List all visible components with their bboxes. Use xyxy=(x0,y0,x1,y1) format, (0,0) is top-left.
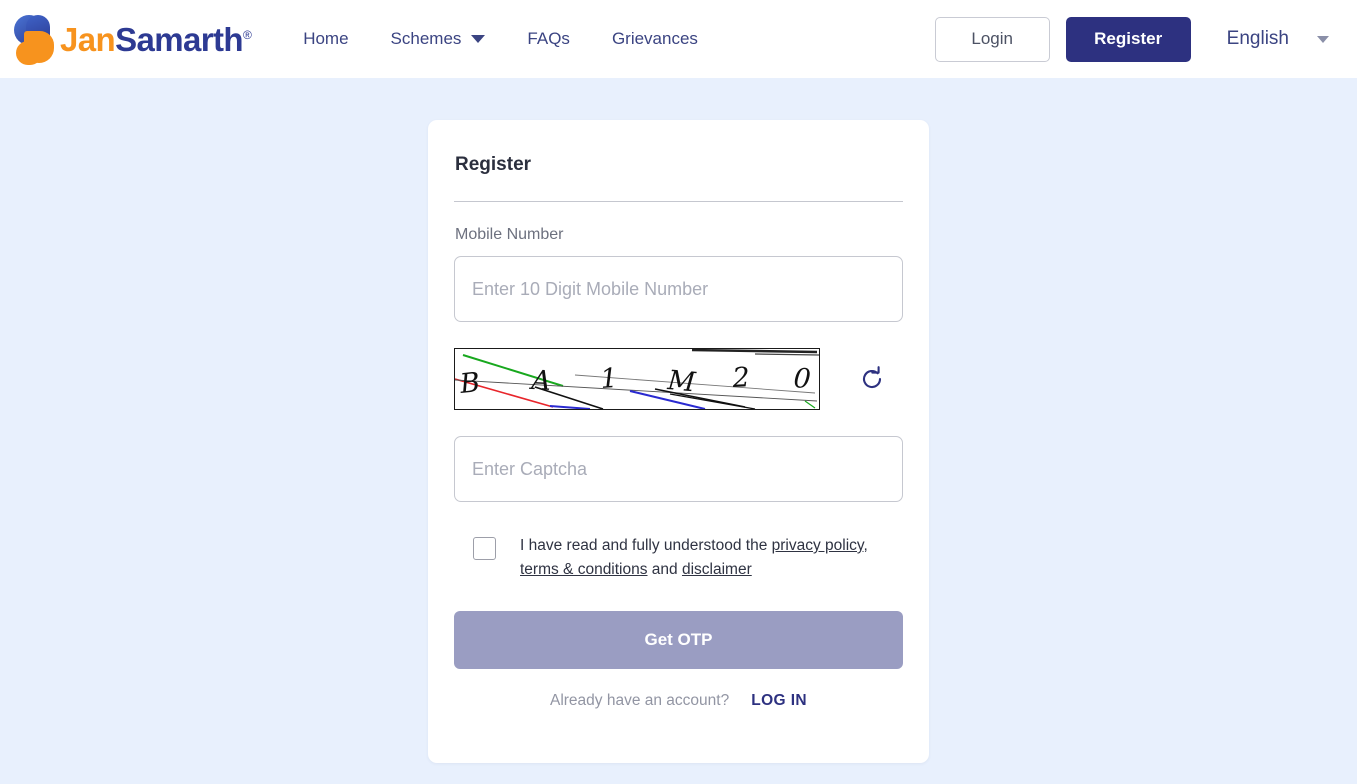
registered-mark: ® xyxy=(242,27,252,42)
chevron-down-icon xyxy=(1317,35,1329,43)
nav-item-schemes[interactable]: Schemes xyxy=(391,29,486,49)
chevron-down-icon xyxy=(471,35,486,43)
consent-separator-2: and xyxy=(647,561,682,578)
consent-text: I have read and fully understood the pri… xyxy=(520,534,903,582)
nav-label-schemes: Schemes xyxy=(390,29,462,48)
captcha-input[interactable] xyxy=(454,436,903,502)
nav-label-faqs: FAQs xyxy=(527,29,570,48)
page-body: Register Mobile Number Enter 10 Digit Mo… xyxy=(0,78,1357,784)
register-button[interactable]: Register xyxy=(1065,16,1191,62)
get-otp-button[interactable]: Get OTP xyxy=(454,611,903,669)
nav-label-grievances: Grievances xyxy=(611,29,698,48)
privacy-policy-link[interactable]: privacy policy xyxy=(772,537,864,554)
language-selector[interactable]: English xyxy=(1227,28,1329,50)
refresh-icon xyxy=(862,366,882,388)
header-actions: Login Register English xyxy=(934,16,1329,62)
consent-separator-1: , xyxy=(863,537,868,554)
brand-name-samarth: Samarth xyxy=(115,20,243,58)
card-title: Register xyxy=(455,154,532,175)
register-card: Register Mobile Number Enter 10 Digit Mo… xyxy=(428,120,929,763)
log-in-link[interactable]: LOG IN xyxy=(751,692,807,710)
consent-checkbox[interactable] xyxy=(473,537,496,560)
captcha-char-3: M xyxy=(665,365,698,398)
nav-item-grievances[interactable]: Grievances xyxy=(612,29,698,49)
disclaimer-link[interactable]: disclaimer xyxy=(682,561,752,578)
captcha-char-2: 1 xyxy=(599,363,618,395)
main-navigation: Home Schemes FAQs Grievances xyxy=(303,29,698,49)
nav-item-faqs[interactable]: FAQs xyxy=(527,29,570,49)
site-header: JanSamarth® Home Schemes FAQs Grievances… xyxy=(0,0,1357,78)
jansamarth-logo-icon xyxy=(10,11,58,67)
title-divider xyxy=(454,201,903,202)
login-button[interactable]: Login xyxy=(934,16,1050,62)
consent-prefix: I have read and fully understood the xyxy=(520,537,772,554)
captcha-char-0: B xyxy=(457,367,481,400)
brand-wordmark: JanSamarth® xyxy=(60,20,252,58)
captcha-char-4: 2 xyxy=(731,362,751,394)
language-label: English xyxy=(1226,28,1289,49)
nav-label-home: Home xyxy=(303,29,349,48)
captcha-image: B A 1 M 2 0 xyxy=(454,348,820,410)
brand-logo[interactable]: JanSamarth® xyxy=(10,11,252,67)
terms-conditions-link[interactable]: terms & conditions xyxy=(520,561,648,578)
consent-row: I have read and fully understood the pri… xyxy=(454,534,903,582)
mobile-number-label: Mobile Number xyxy=(455,226,564,243)
logo-shape-orange-left xyxy=(16,41,42,65)
captcha-row: B A 1 M 2 0 xyxy=(454,348,903,410)
brand-name-jan: Jan xyxy=(60,20,116,58)
card-footer: Already have an account? LOG IN xyxy=(454,692,903,710)
mobile-number-input[interactable] xyxy=(454,256,903,322)
captcha-char-5: 0 xyxy=(793,363,812,395)
captcha-char-1: A xyxy=(528,365,552,397)
already-account-text: Already have an account? xyxy=(549,692,730,709)
captcha-refresh-button[interactable] xyxy=(857,364,887,394)
nav-item-home[interactable]: Home xyxy=(303,29,348,49)
